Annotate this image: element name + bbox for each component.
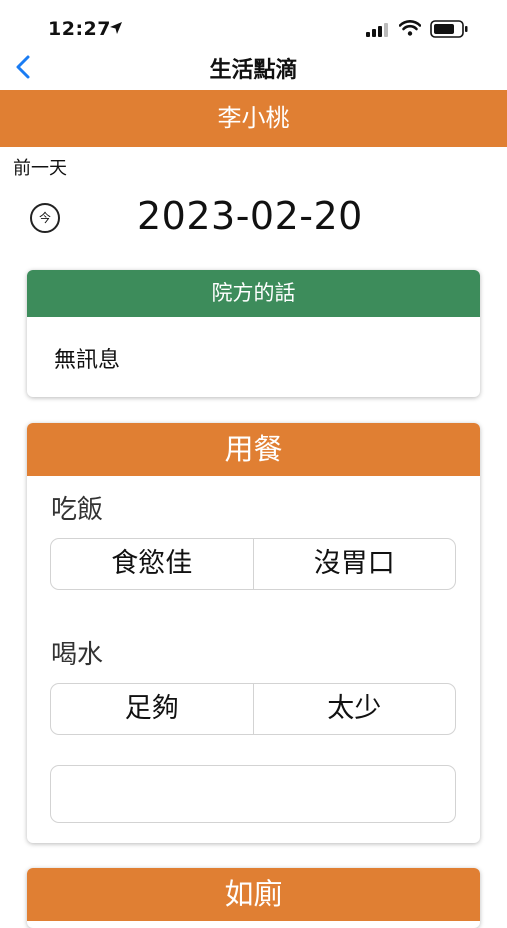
message-card: 院方的話 無訊息	[27, 270, 480, 397]
cellular-signal-icon	[366, 22, 390, 41]
date-display[interactable]: 2023-02-20	[137, 194, 363, 238]
message-card-header: 院方的話	[27, 270, 480, 317]
toilet-card: 如廁	[27, 868, 480, 928]
drink-segmented-control: 足夠 太少	[50, 683, 456, 735]
eat-option-no-appetite[interactable]: 沒胃口	[252, 539, 456, 589]
meal-card-header: 用餐	[27, 423, 480, 476]
battery-icon	[430, 20, 468, 42]
previous-day-link[interactable]: 前一天	[13, 154, 67, 180]
status-time: 12:27	[48, 18, 111, 40]
drink-option-enough[interactable]: 足夠	[51, 684, 253, 734]
meal-note-input[interactable]	[50, 765, 456, 823]
drink-label: 喝水	[51, 640, 104, 670]
location-arrow-icon	[109, 20, 123, 39]
eat-label: 吃飯	[51, 495, 104, 525]
message-body: 無訊息	[54, 348, 121, 373]
page-title: 生活點滴	[209, 58, 298, 83]
eat-segmented-control: 食慾佳 沒胃口	[50, 538, 456, 590]
today-button[interactable]: 今	[30, 203, 60, 233]
toilet-card-header: 如廁	[27, 868, 480, 921]
meal-card: 用餐 吃飯 食慾佳 沒胃口 喝水 足夠 太少	[27, 423, 480, 843]
status-bar: 12:27	[0, 0, 507, 44]
drink-option-too-little[interactable]: 太少	[252, 684, 456, 734]
resident-name-banner: 李小桃	[0, 90, 507, 147]
wifi-icon	[398, 20, 422, 40]
eat-option-good-appetite[interactable]: 食慾佳	[51, 539, 253, 589]
navigation-bar: 生活點滴	[0, 44, 507, 90]
